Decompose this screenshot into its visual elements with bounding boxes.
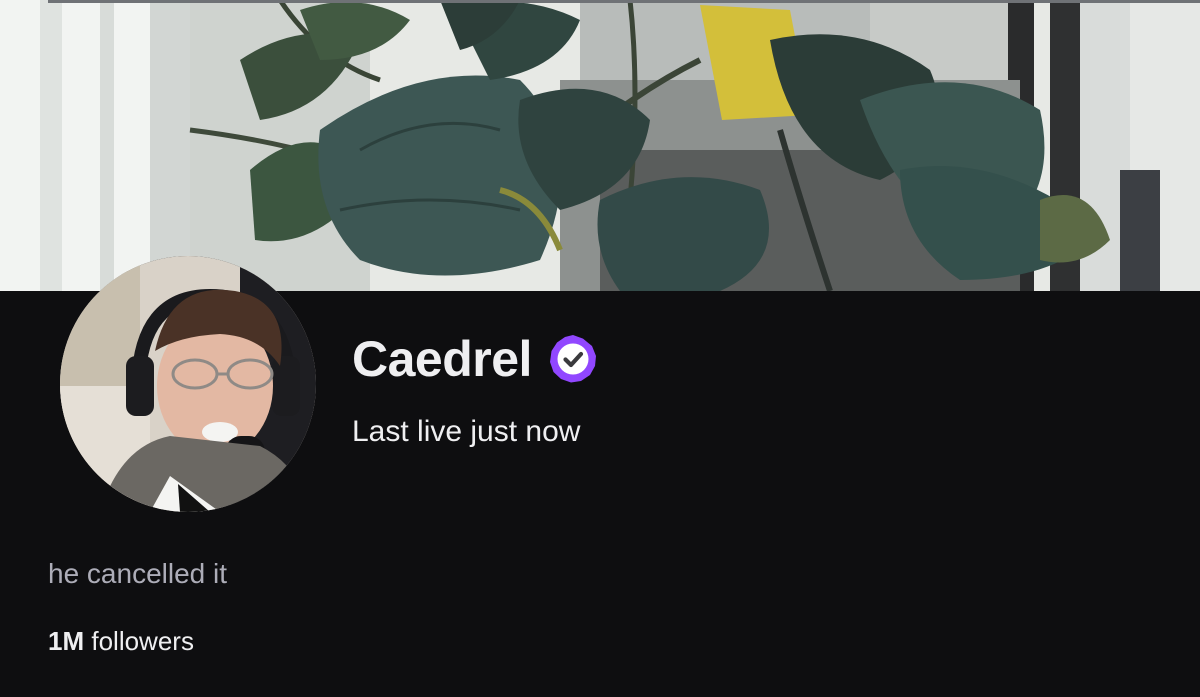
channel-bio: he cancelled it — [48, 558, 228, 589]
followers-count: 1M followers — [48, 622, 194, 660]
verified-badge-icon — [548, 334, 598, 384]
last-live-status: Last live just now — [352, 415, 581, 448]
followers-number: 1M — [48, 626, 85, 656]
channel-avatar[interactable] — [60, 256, 316, 512]
avatar-photo — [60, 256, 316, 512]
followers-label: followers — [91, 626, 194, 656]
top-border-line — [48, 0, 1200, 3]
banner-plant-image — [0, 0, 1200, 291]
channel-banner — [0, 0, 1200, 291]
channel-name[interactable]: Caedrel — [352, 326, 532, 392]
channel-name-row: Caedrel — [352, 326, 598, 392]
